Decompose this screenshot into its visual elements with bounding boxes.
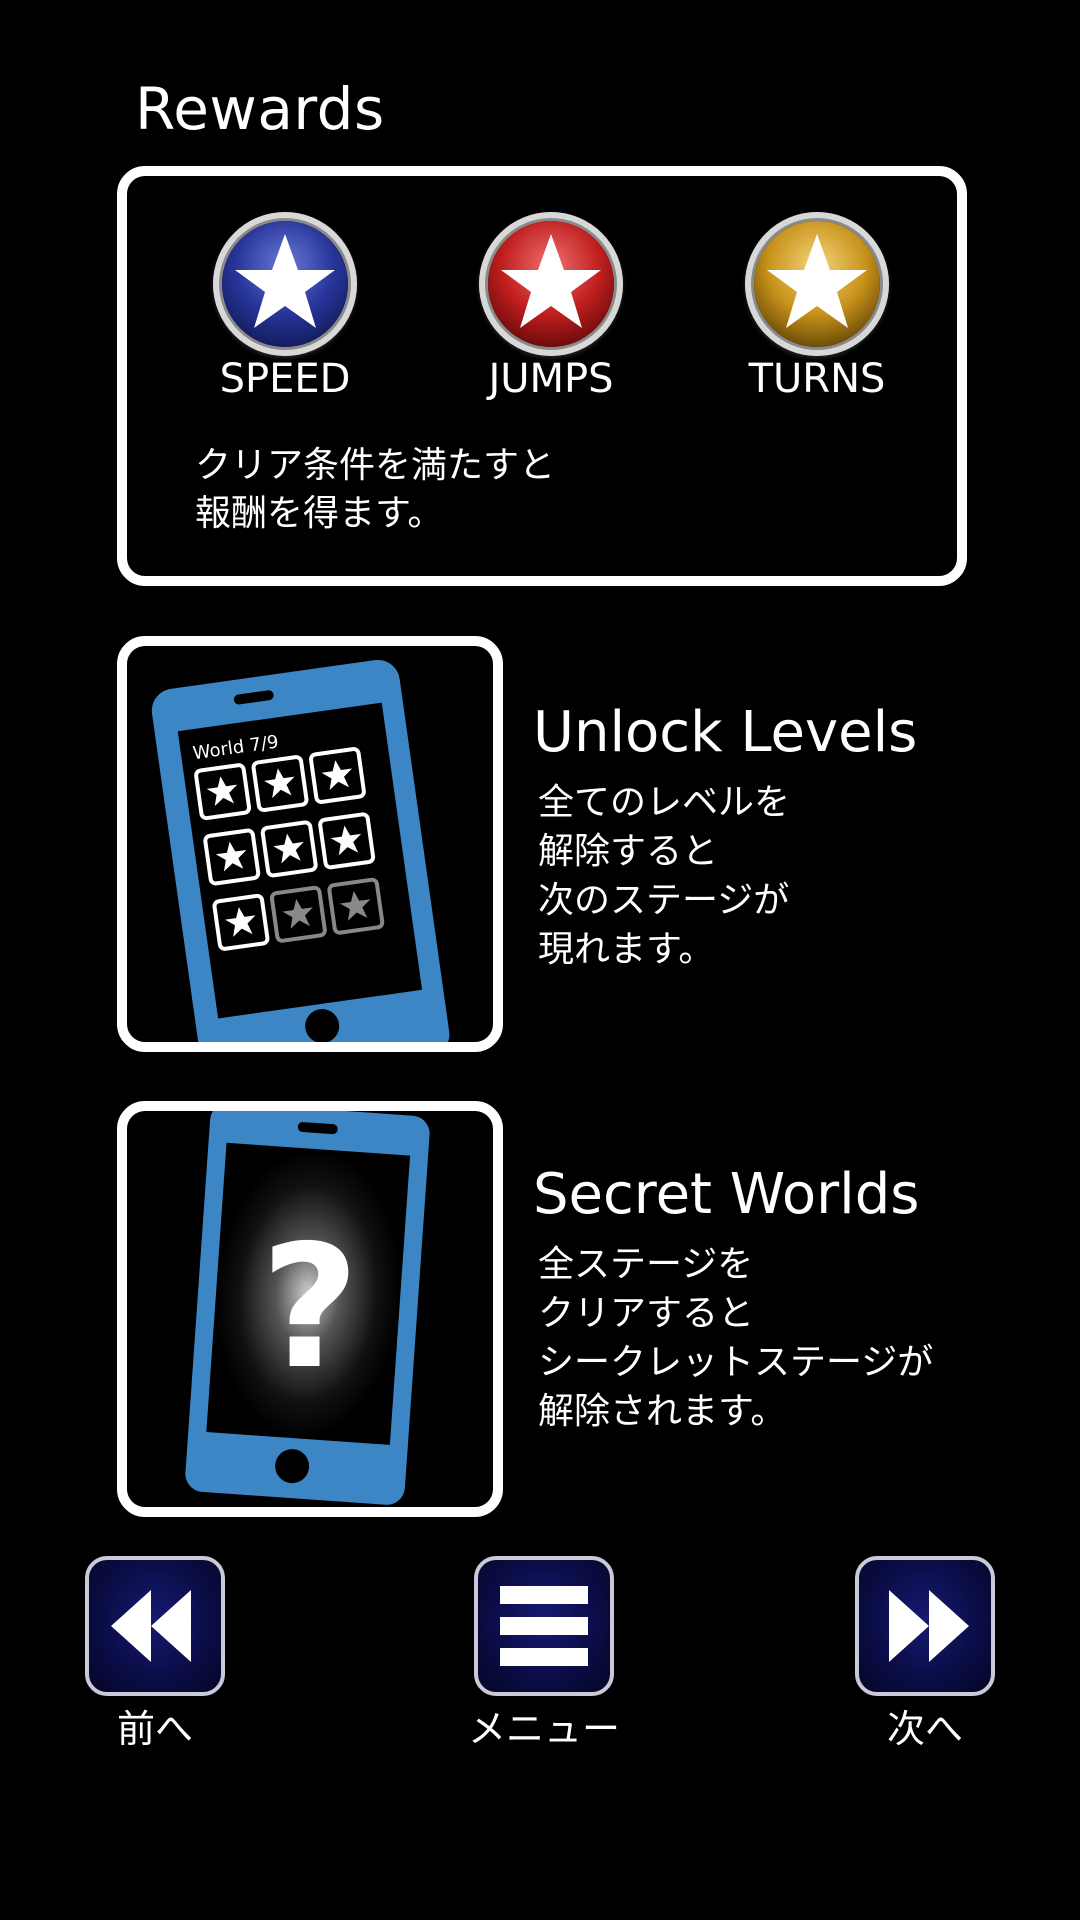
unlock-line: 解除すると: [538, 831, 719, 872]
secret-worlds-illustration: ?: [117, 1101, 503, 1517]
unlock-line: 全てのレベルを: [538, 782, 791, 823]
unlock-line: 次のステージが: [538, 880, 790, 921]
secret-line: クリアすると: [538, 1293, 755, 1334]
next-button[interactable]: [855, 1556, 995, 1696]
turns-medal-icon: [745, 212, 889, 356]
unlock-levels-title: Unlock Levels: [533, 700, 918, 765]
jumps-medal-icon: [479, 212, 623, 356]
question-mark-icon: ?: [261, 1209, 360, 1407]
rewards-description-line2: 報酬を得ます。: [195, 493, 444, 534]
unlock-line: 現れます。: [538, 929, 715, 970]
turns-label: TURNS: [748, 356, 886, 402]
menu-label[interactable]: メニュー: [424, 1698, 664, 1753]
hamburger-menu-icon: [500, 1586, 588, 1666]
unlock-levels-text: 全てのレベルを 解除すると 次のステージが 現れます。: [538, 778, 790, 974]
rewards-title: Rewards: [135, 75, 385, 143]
secret-worlds-title: Secret Worlds: [533, 1162, 920, 1227]
jumps-label: JUMPS: [488, 356, 614, 402]
secret-line: 解除されます。: [538, 1391, 787, 1432]
menu-button[interactable]: [474, 1556, 614, 1696]
rewards-description-line1: クリア条件を満たすと: [195, 445, 556, 486]
phone-levels-icon: World 7/9: [151, 659, 450, 1042]
prev-button[interactable]: [85, 1556, 225, 1696]
speed-label: SPEED: [219, 356, 351, 402]
secret-worlds-text: 全ステージを クリアすると シークレットステージが 解除されます。: [538, 1240, 933, 1436]
secret-line: シークレットステージが: [538, 1342, 934, 1383]
rewards-panel: SPEED JUMPS TURNS クリア条件を満たすと 報酬を得ます。: [117, 166, 967, 586]
phone-question-icon: ?: [185, 1111, 430, 1505]
next-label[interactable]: 次へ: [805, 1698, 1045, 1753]
prev-label[interactable]: 前へ: [35, 1698, 275, 1753]
fast-forward-icon: [889, 1590, 969, 1662]
speed-medal-icon: [213, 212, 357, 356]
rewind-icon: [111, 1590, 191, 1662]
secret-line: 全ステージを: [538, 1244, 754, 1285]
unlock-levels-illustration: World 7/9: [117, 636, 503, 1052]
rewards-description: クリア条件を満たすと 報酬を得ます。: [195, 442, 555, 538]
